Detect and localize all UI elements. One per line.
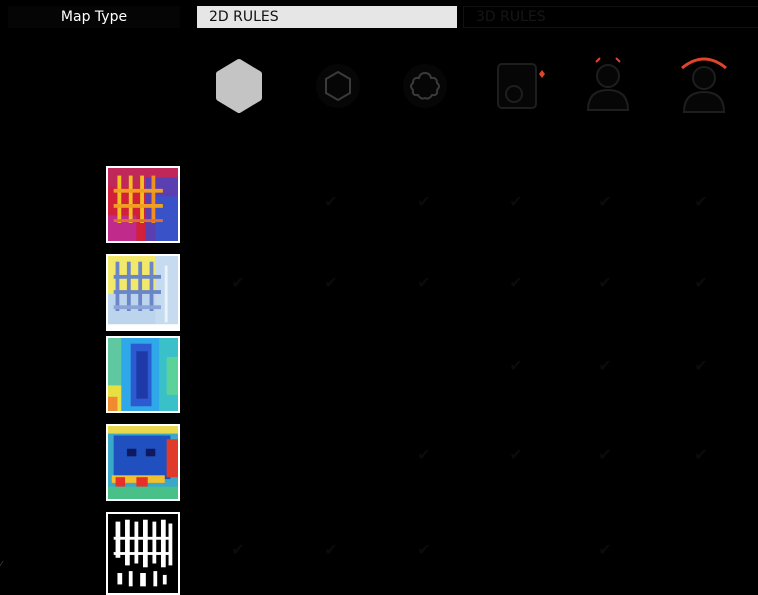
check-icon[interactable]: ✔	[592, 540, 618, 560]
check-icon[interactable]: ✔	[318, 540, 344, 560]
tab-3d-rules[interactable]: 3D RULES	[463, 6, 758, 28]
check-icon[interactable]: ✔	[411, 273, 437, 293]
check-icon[interactable]: ✔	[592, 445, 618, 465]
check-icon[interactable]: ✔	[688, 192, 714, 212]
check-icon[interactable]: ✔	[503, 273, 529, 293]
check-icon[interactable]: ✔	[592, 192, 618, 212]
app-root: Map Type 2D RULES 3D RULES ✔ ✔ ✔ ✔ ✔ ✔ ✔…	[0, 0, 758, 595]
check-icon[interactable]: ✔	[411, 445, 437, 465]
check-icon[interactable]: ✔	[688, 356, 714, 376]
check-icon[interactable]: ✔	[592, 356, 618, 376]
map-thumbnail-binary-black-white[interactable]	[106, 512, 180, 595]
check-icon[interactable]: ✔	[592, 273, 618, 293]
map-type-label: Map Type	[8, 6, 180, 28]
flower-outline-icon	[397, 56, 453, 116]
check-icon[interactable]: ✔	[503, 192, 529, 212]
map-thumbnail-heatmap-yellow-blue[interactable]	[106, 254, 180, 331]
check-icon[interactable]: ✔	[318, 273, 344, 293]
camera-building-icon	[490, 56, 546, 116]
check-icon[interactable]: ✔	[688, 445, 714, 465]
person-alert-icon	[580, 56, 636, 116]
check-icon[interactable]: ✔	[318, 192, 344, 212]
check-icon[interactable]: ✔	[688, 273, 714, 293]
check-icon[interactable]: ✔	[503, 445, 529, 465]
check-icon[interactable]: ✔	[503, 356, 529, 376]
person-ring-icon	[676, 56, 732, 116]
cursor-mark: ⁄	[0, 560, 2, 571]
hexagon-filled-icon	[211, 56, 267, 116]
check-icon[interactable]: ✔	[225, 273, 251, 293]
map-thumbnail-heatmap-blue-green[interactable]	[106, 336, 180, 413]
check-icon[interactable]: ✔	[225, 540, 251, 560]
check-icon[interactable]: ✔	[411, 192, 437, 212]
map-thumbnail-heatmap-red-blue[interactable]	[106, 166, 180, 243]
hexagon-outline-icon	[310, 56, 366, 116]
map-thumbnail-heatmap-green-blue[interactable]	[106, 424, 180, 501]
tab-2d-rules[interactable]: 2D RULES	[197, 6, 457, 28]
check-icon[interactable]: ✔	[411, 540, 437, 560]
